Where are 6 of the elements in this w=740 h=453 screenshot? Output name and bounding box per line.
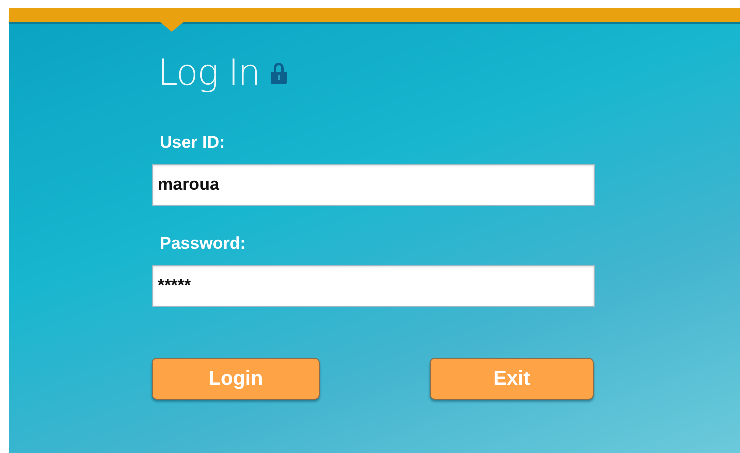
field-label: User ID: [160,133,226,153]
input-field[interactable]: maroua [152,164,595,206]
input-field[interactable]: ***** [152,265,595,307]
padlock-icon [270,61,288,85]
page-title: Log In [158,52,260,94]
field-label: Password: [160,234,246,254]
